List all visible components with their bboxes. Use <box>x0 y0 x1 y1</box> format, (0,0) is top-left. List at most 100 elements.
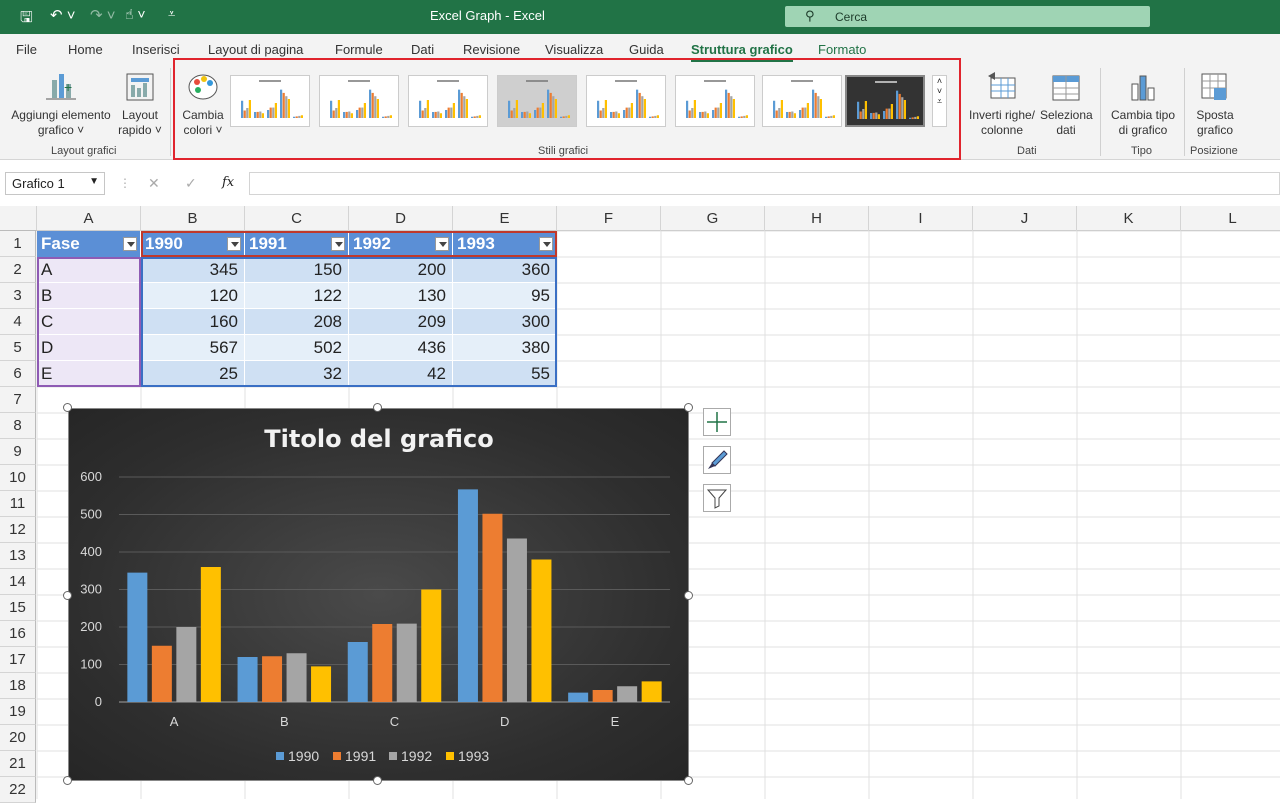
quick-layout-button[interactable]: Layout rapido ˅ <box>116 70 164 138</box>
switch-row-column-button[interactable]: Inverti righe/ colonne <box>966 70 1038 138</box>
bar-1993-B <box>311 666 332 702</box>
value-cell[interactable]: 160 <box>141 309 245 335</box>
tab-view[interactable]: Visualizza <box>545 42 603 57</box>
resize-handle[interactable] <box>684 591 693 600</box>
chart-filters-button[interactable] <box>703 484 731 512</box>
value-cell[interactable]: 208 <box>245 309 349 335</box>
table-header-cell[interactable]: 1991 <box>245 231 349 257</box>
header-label: 1990 <box>145 234 183 253</box>
tab-format[interactable]: Formato <box>818 42 866 57</box>
tab-chart-design[interactable]: Struttura grafico <box>691 42 793 62</box>
value-cell[interactable]: 436 <box>349 335 453 361</box>
value-cell[interactable]: 345 <box>141 257 245 283</box>
table-header-cell[interactable]: 1992 <box>349 231 453 257</box>
chart[interactable]: Titolo del grafico 0 100 200 300 400 500 600 A B C… <box>68 408 689 781</box>
resize-handle[interactable] <box>373 403 382 412</box>
category-cell[interactable]: B <box>37 283 141 309</box>
value-cell[interactable]: 120 <box>141 283 245 309</box>
value-cell[interactable]: 150 <box>245 257 349 283</box>
value-cell[interactable]: 380 <box>453 335 557 361</box>
tab-home[interactable]: Home <box>68 42 103 57</box>
header-label: 1993 <box>457 234 495 253</box>
bar-1992-D <box>506 538 527 702</box>
tab-page-layout[interactable]: Layout di pagina <box>208 42 303 57</box>
category-cell[interactable]: E <box>37 361 141 387</box>
tab-review[interactable]: Revisione <box>463 42 520 57</box>
switch-row-col-label-1: Inverti righe/ <box>968 108 1036 122</box>
value-cell[interactable]: 95 <box>453 283 557 309</box>
table-header-cell[interactable]: 1990 <box>141 231 245 257</box>
bar-1993-E <box>641 681 662 702</box>
select-data-label-2: dati <box>1056 123 1076 137</box>
x-tick-label: B <box>280 714 289 729</box>
search-box[interactable]: ⚲ Cerca <box>785 6 1150 27</box>
value-cell[interactable]: 360 <box>453 257 557 283</box>
filter-dropdown-icon[interactable] <box>539 237 553 251</box>
group-data: Dati <box>1017 145 1037 157</box>
resize-handle[interactable] <box>373 776 382 785</box>
value-cell[interactable]: 122 <box>245 283 349 309</box>
name-box[interactable]: Grafico 1 ▼ <box>5 172 105 195</box>
value-cell[interactable]: 32 <box>245 361 349 387</box>
value-cell[interactable]: 300 <box>453 309 557 335</box>
move-chart-button[interactable]: Sposta grafico <box>1188 70 1242 138</box>
tab-data[interactable]: Dati <box>411 42 434 57</box>
value-cell[interactable]: 42 <box>349 361 453 387</box>
name-box-dropdown-icon[interactable]: ▼ <box>89 176 99 187</box>
resize-handle[interactable] <box>63 776 72 785</box>
tab-formulas[interactable]: Formule <box>335 42 383 57</box>
insert-function-icon[interactable]: fx <box>222 175 234 190</box>
category-cell[interactable]: A <box>37 257 141 283</box>
value-cell[interactable]: 209 <box>349 309 453 335</box>
value-cell[interactable]: 55 <box>453 361 557 387</box>
redo-icon[interactable]: ↷ ˅ <box>90 6 116 24</box>
resize-handle[interactable] <box>63 591 72 600</box>
value-cell[interactable]: 130 <box>349 283 453 309</box>
select-data-button[interactable]: Seleziona dati <box>1040 70 1093 138</box>
legend-swatch-1993 <box>446 752 454 760</box>
value-cell[interactable]: 567 <box>141 335 245 361</box>
tab-insert[interactable]: Inserisci <box>132 42 180 57</box>
table-header-cell[interactable]: Fase <box>37 231 141 257</box>
header-label: 1991 <box>249 234 287 253</box>
save-icon[interactable]: 🖫 <box>20 7 33 32</box>
divider <box>1184 68 1185 156</box>
bar-1992-E <box>617 686 638 702</box>
touch-mode-icon[interactable]: ☝ ˅ <box>125 6 146 23</box>
chart-styles-highlight <box>173 58 961 160</box>
name-box-value: Grafico 1 <box>12 176 65 191</box>
move-chart-label-2: grafico <box>1196 123 1234 137</box>
chart-elements-button[interactable] <box>703 408 731 436</box>
chart-styles-button[interactable] <box>703 446 731 474</box>
filter-dropdown-icon[interactable] <box>331 237 345 251</box>
table-header-cell[interactable]: 1993 <box>453 231 557 257</box>
bar-1993-C <box>421 589 442 702</box>
divider <box>1100 68 1101 156</box>
plus-icon <box>707 412 727 432</box>
filter-dropdown-icon[interactable] <box>123 237 137 251</box>
undo-icon[interactable]: ↶ ˅ <box>50 6 76 24</box>
search-icon: ⚲ <box>805 8 815 23</box>
category-cell[interactable]: D <box>37 335 141 361</box>
value-cell[interactable]: 25 <box>141 361 245 387</box>
customize-toolbar-icon[interactable]: ⩡ <box>168 6 175 22</box>
y-tick-label: 100 <box>80 657 102 672</box>
chart-canvas[interactable]: Titolo del grafico 0 100 200 300 400 500 600 A B C… <box>69 409 690 782</box>
change-chart-type-button[interactable]: Cambia tipo di grafico <box>1106 70 1180 138</box>
tab-file[interactable]: File <box>16 42 37 57</box>
bar-1990-A <box>127 572 148 702</box>
tab-help[interactable]: Guida <box>629 42 664 57</box>
resize-handle[interactable] <box>63 403 72 412</box>
resize-handle[interactable] <box>684 776 693 785</box>
enter-icon[interactable]: ✓ <box>185 175 197 192</box>
filter-dropdown-icon[interactable] <box>227 237 241 251</box>
filter-dropdown-icon[interactable] <box>435 237 449 251</box>
value-cell[interactable]: 502 <box>245 335 349 361</box>
value-cell[interactable]: 200 <box>349 257 453 283</box>
category-cell[interactable]: C <box>37 309 141 335</box>
y-tick-label: 200 <box>80 619 102 634</box>
cancel-icon[interactable]: ✕ <box>148 175 160 192</box>
add-chart-element-button[interactable]: + Aggiungi elemento grafico ˅ <box>8 70 114 138</box>
resize-handle[interactable] <box>684 403 693 412</box>
formula-input[interactable] <box>249 172 1280 195</box>
